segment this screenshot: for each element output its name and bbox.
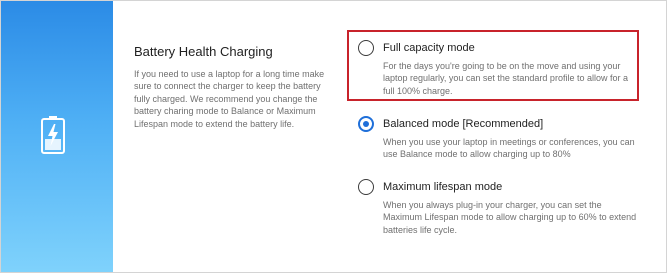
settings-window: Battery Health Charging If you need to u… xyxy=(0,0,667,273)
option-balanced[interactable]: Balanced mode [Recommended] When you use… xyxy=(358,116,648,166)
battery-charging-icon xyxy=(41,116,65,154)
highlight-box xyxy=(347,30,639,101)
option-maximum-lifespan[interactable]: Maximum lifespan mode When you always pl… xyxy=(358,179,648,239)
balanced-radio[interactable] xyxy=(358,116,374,132)
maximum-lifespan-description: When you always plug-in your charger, yo… xyxy=(383,200,637,235)
balanced-description: When you use your laptop in meetings or … xyxy=(383,137,635,160)
section-title: Battery Health Charging xyxy=(134,44,273,59)
balanced-title: Balanced mode [Recommended] xyxy=(383,118,544,130)
maximum-lifespan-title: Maximum lifespan mode xyxy=(383,181,503,193)
section-description: If you need to use a laptop for a long t… xyxy=(134,69,325,129)
side-panel xyxy=(1,1,113,272)
maximum-lifespan-radio[interactable] xyxy=(358,179,374,195)
